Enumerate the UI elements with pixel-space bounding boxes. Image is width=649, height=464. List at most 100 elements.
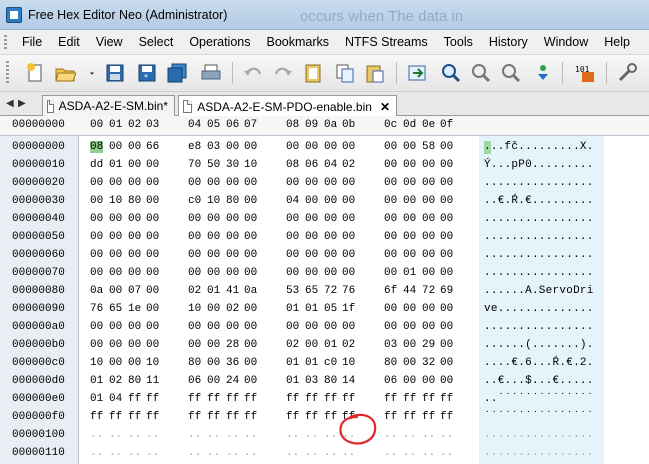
hex-byte[interactable]: 29 — [422, 339, 435, 351]
hex-byte[interactable]: 00 — [422, 177, 435, 189]
hex-byte[interactable]: .. — [109, 429, 122, 441]
hex-byte[interactable]: 00 — [422, 303, 435, 315]
hex-byte[interactable]: .. — [440, 447, 453, 459]
hex-byte[interactable]: 00 — [324, 213, 337, 225]
hex-byte[interactable]: 69 — [440, 285, 453, 297]
hex-byte[interactable]: 00 — [305, 177, 318, 189]
hex-byte[interactable]: 41 — [226, 285, 239, 297]
hex-byte[interactable]: 00 — [244, 339, 257, 351]
hex-byte[interactable]: 00 — [109, 249, 122, 261]
menu-operations[interactable]: Operations — [181, 35, 258, 49]
hex-byte[interactable]: 28 — [226, 339, 239, 351]
hex-byte[interactable]: .. — [226, 429, 239, 441]
hex-byte[interactable]: 00 — [286, 177, 299, 189]
hex-byte[interactable]: 00 — [286, 267, 299, 279]
hex-byte[interactable]: 01 — [90, 393, 103, 405]
hex-byte[interactable]: 00 — [342, 249, 355, 261]
hex-byte[interactable]: 00 — [226, 213, 239, 225]
ascii-text[interactable]: ................ — [484, 321, 594, 333]
hex-byte[interactable]: 00 — [146, 159, 159, 171]
hex-byte[interactable]: .. — [146, 447, 159, 459]
hex-byte[interactable]: 00 — [440, 177, 453, 189]
hex-byte[interactable]: 00 — [384, 231, 397, 243]
hex-byte[interactable]: .. — [146, 429, 159, 441]
tab-asda-a2-e-sm-pdo-enable[interactable]: ASDA-A2-E-SM-PDO-enable.bin ✕ — [178, 95, 397, 117]
hex-byte[interactable]: 00 — [384, 141, 397, 153]
hex-byte[interactable]: 00 — [440, 339, 453, 351]
hex-byte[interactable]: ff — [226, 411, 239, 423]
menu-file[interactable]: File — [14, 35, 50, 49]
hex-byte[interactable]: 65 — [109, 303, 122, 315]
hex-byte[interactable]: 06 — [384, 375, 397, 387]
hex-byte[interactable]: 00 — [244, 375, 257, 387]
hex-byte[interactable]: 00 — [244, 141, 257, 153]
hex-byte[interactable]: 00 — [403, 159, 416, 171]
replace-icon[interactable] — [530, 60, 556, 86]
hex-byte[interactable]: 11 — [146, 375, 159, 387]
hex-byte[interactable]: 00 — [440, 249, 453, 261]
hex-byte[interactable]: 00 — [324, 249, 337, 261]
hex-byte[interactable]: .. — [226, 447, 239, 459]
hex-byte[interactable]: 08 — [90, 141, 104, 153]
hex-byte[interactable]: 44 — [403, 285, 416, 297]
ascii-text[interactable]: ................ — [484, 231, 594, 243]
hex-byte[interactable]: 00 — [324, 177, 337, 189]
hex-byte[interactable]: 05 — [324, 303, 337, 315]
find-icon[interactable] — [438, 60, 464, 86]
hex-byte[interactable]: 00 — [128, 213, 141, 225]
go-to-icon[interactable] — [404, 60, 430, 86]
hex-byte[interactable]: 00 — [188, 321, 201, 333]
ascii-text[interactable]: ve.............. — [484, 303, 594, 315]
hex-byte[interactable]: 80 — [128, 195, 141, 207]
hex-byte[interactable]: .. — [90, 429, 103, 441]
hex-byte[interactable]: 00 — [244, 195, 257, 207]
hex-byte[interactable]: 00 — [422, 249, 435, 261]
ascii-text[interactable]: ................ — [484, 267, 594, 279]
hex-byte[interactable]: 00 — [146, 213, 159, 225]
hex-byte[interactable]: ff — [90, 411, 103, 423]
hex-byte[interactable]: .. — [207, 429, 220, 441]
dropdown-arrow-icon[interactable] — [86, 60, 98, 86]
hex-byte[interactable]: 00 — [286, 231, 299, 243]
hex-byte[interactable]: 00 — [324, 231, 337, 243]
hex-byte[interactable]: 80 — [226, 195, 239, 207]
ascii-text[interactable]: ................ — [484, 177, 594, 189]
hex-byte[interactable]: .. — [286, 429, 299, 441]
hex-byte[interactable]: 00 — [305, 267, 318, 279]
hex-byte[interactable]: 01 — [403, 267, 416, 279]
hex-byte[interactable]: 00 — [146, 321, 159, 333]
hex-byte[interactable]: 00 — [188, 231, 201, 243]
hex-byte[interactable]: ff — [244, 411, 257, 423]
hex-byte[interactable]: 00 — [188, 213, 201, 225]
hex-byte[interactable]: ff — [207, 393, 220, 405]
hex-byte[interactable]: 10 — [90, 357, 103, 369]
hex-byte[interactable]: 00 — [244, 249, 257, 261]
find-prev-icon[interactable] — [498, 60, 524, 86]
hex-byte[interactable]: 00 — [324, 141, 337, 153]
ascii-text[interactable]: ................ — [484, 429, 594, 441]
hex-byte[interactable]: 53 — [286, 285, 299, 297]
hex-byte[interactable]: 00 — [324, 321, 337, 333]
hex-byte[interactable]: 00 — [342, 177, 355, 189]
ascii-text[interactable]: ................ — [484, 447, 594, 459]
hex-byte[interactable]: 00 — [207, 357, 220, 369]
hex-byte[interactable]: 00 — [440, 159, 453, 171]
hex-byte[interactable]: 00 — [440, 195, 453, 207]
hex-byte[interactable]: 00 — [440, 357, 453, 369]
hex-byte[interactable]: 76 — [90, 303, 103, 315]
hex-byte[interactable]: 00 — [324, 195, 337, 207]
menu-ntfs-streams[interactable]: NTFS Streams — [337, 35, 436, 49]
hex-byte[interactable]: 1f — [342, 303, 355, 315]
hex-byte[interactable]: 00 — [244, 321, 257, 333]
hex-byte[interactable]: 1e — [128, 303, 141, 315]
hex-byte[interactable]: 04 — [109, 393, 122, 405]
hex-byte[interactable]: 07 — [128, 285, 141, 297]
hex-byte[interactable]: ff — [286, 393, 299, 405]
hex-byte[interactable]: .. — [244, 429, 257, 441]
hex-byte[interactable]: 00 — [207, 267, 220, 279]
hex-byte[interactable]: 00 — [207, 321, 220, 333]
hex-byte[interactable]: 00 — [440, 303, 453, 315]
hex-byte[interactable]: 00 — [422, 267, 435, 279]
hex-byte[interactable]: ff — [146, 411, 159, 423]
hex-byte[interactable]: ff — [109, 411, 122, 423]
